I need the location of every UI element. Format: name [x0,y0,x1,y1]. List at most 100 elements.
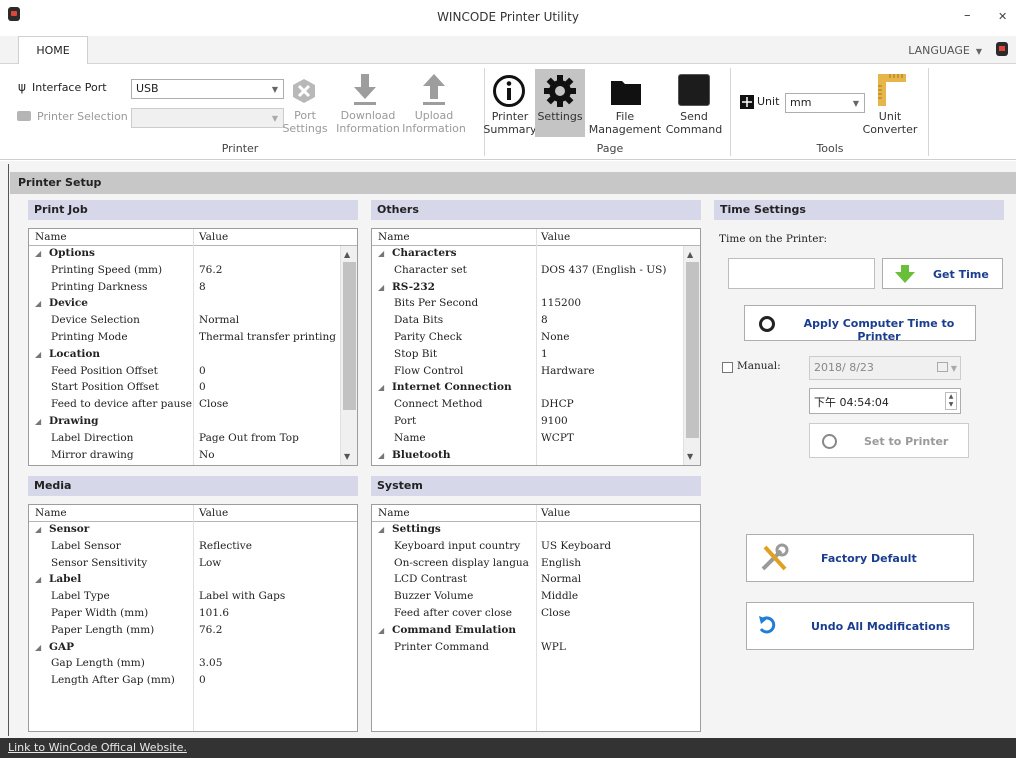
close-button[interactable]: ✕ [998,10,1007,23]
unit-select[interactable]: mm ▼ [785,93,865,113]
property-value[interactable]: WPL [541,641,566,653]
property-value[interactable]: WCPT [541,432,574,444]
media-grid[interactable]: Name Value ◢ Sensor Label Sensor Reflective S… [28,504,358,732]
property-value[interactable]: 0 [199,365,206,377]
property-value[interactable]: 0 [199,674,206,686]
factory-default-button[interactable]: Factory Default [746,534,974,582]
property-value[interactable]: 3.05 [199,657,222,669]
property-value[interactable]: 8 [541,314,548,326]
collapse-triangle-icon[interactable]: ◢ [35,417,41,426]
property-row[interactable]: Stop Bit 1 [372,347,700,364]
property-value[interactable]: Middle [541,590,578,602]
collapse-triangle-icon[interactable]: ◢ [35,525,41,534]
property-value[interactable]: DOS 437 (English - US) [541,264,666,276]
system-grid[interactable]: Name Value ◢ Settings Keyboard input countr… [371,504,701,732]
property-row[interactable]: Label Type Label with Gaps [29,589,357,606]
property-value[interactable]: Normal [541,573,581,585]
scroll-down-icon[interactable]: ▼ [344,452,350,461]
language-flag-icon[interactable] [996,42,1008,56]
property-row[interactable]: Character set DOS 437 (English - US) [372,263,700,280]
collapse-triangle-icon[interactable]: ◢ [35,249,41,258]
property-row[interactable]: Paper Width (mm) 101.6 [29,606,357,623]
property-row[interactable]: Sensor Sensitivity Low [29,556,357,573]
set-to-printer-button[interactable]: Set to Printer [809,423,969,458]
property-row[interactable]: Port 9100 [372,414,700,431]
scroll-down-icon[interactable]: ▼ [687,452,693,461]
property-row[interactable]: Gap Length (mm) 3.05 [29,656,357,673]
property-row[interactable]: Paper Length (mm) 76.2 [29,623,357,640]
property-value[interactable]: English [541,557,581,569]
printer-selection-select[interactable]: ▼ [131,108,284,128]
time-picker[interactable]: 下午 04:54:04 ▲ ▼ [809,388,961,414]
get-time-button[interactable]: Get Time [882,258,1003,289]
property-row[interactable]: Data Bits 8 [372,313,700,330]
others-grid[interactable]: Name Value ◢ Characters Character set DOS 43… [371,228,701,466]
property-value[interactable]: Close [541,607,570,619]
date-picker[interactable]: 2018/ 8/23 ▼ [809,356,961,380]
print-job-grid[interactable]: Name Value ◢ Options Printing Speed (mm) 76.… [28,228,358,466]
property-row[interactable]: Start Position Offset 0 [29,380,357,397]
property-value[interactable]: Low [199,557,221,569]
manual-checkbox[interactable] [722,362,733,373]
property-row[interactable]: LCD Contrast Normal [372,572,700,589]
property-row[interactable]: Printer Command WPL [372,640,700,657]
collapse-triangle-icon[interactable]: ◢ [35,643,41,652]
category-row[interactable]: ◢ Command Emulation [372,623,700,640]
property-row[interactable]: Device Selection Normal [29,313,357,330]
category-row[interactable]: ◢ Location [29,347,357,364]
collapse-triangle-icon[interactable]: ◢ [35,299,41,308]
property-row[interactable]: Printing Speed (mm) 76.2 [29,263,357,280]
property-value[interactable]: 76.2 [199,624,222,636]
minimize-button[interactable]: – [964,8,971,23]
property-value[interactable]: US Keyboard [541,540,611,552]
collapse-triangle-icon[interactable]: ◢ [378,451,384,460]
property-value[interactable]: Page Out from Top [199,432,299,444]
property-value[interactable]: 101.6 [199,607,229,619]
property-value[interactable]: 115200 [541,297,581,309]
undo-all-button[interactable]: Undo All Modifications [746,602,974,650]
property-value[interactable]: Normal [199,314,239,326]
property-value[interactable]: 76.2 [199,264,222,276]
category-row[interactable]: ◢ Label [29,572,357,589]
collapse-triangle-icon[interactable]: ◢ [378,383,384,392]
collapse-triangle-icon[interactable]: ◢ [378,283,384,292]
property-row[interactable]: Printing Darkness 8 [29,280,357,297]
website-link[interactable]: Link to WinCode Offical Website. [8,741,187,754]
property-row[interactable]: Buzzer Volume Middle [372,589,700,606]
send-command-button[interactable]: Send Command [664,110,724,136]
property-value[interactable]: None [541,331,570,343]
language-menu[interactable]: LANGUAGE ▼ [908,44,982,57]
printer-summary-button[interactable]: Printer Summary [482,110,538,136]
category-row[interactable]: ◢ Options [29,246,357,263]
property-row[interactable]: Feed to device after pause Close [29,397,357,414]
category-row[interactable]: ◢ Characters [372,246,700,263]
property-value[interactable]: 8 [199,281,206,293]
category-row[interactable]: ◢ Drawing [29,414,357,431]
property-value[interactable]: Label with Gaps [199,590,285,602]
property-row[interactable]: Label Sensor Reflective [29,539,357,556]
property-row[interactable]: On-screen display langua English [372,556,700,573]
vertical-scrollbar[interactable]: ▲ ▼ [340,246,357,465]
property-row[interactable]: Label Direction Page Out from Top [29,431,357,448]
interface-port-select[interactable]: USB ▼ [131,79,284,99]
property-row[interactable]: Name WCPT [372,431,700,448]
property-row[interactable]: Flow Control Hardware [372,364,700,381]
property-value[interactable]: 9100 [541,415,568,427]
spin-updown-icon[interactable]: ▲ ▼ [945,392,957,410]
category-row[interactable]: ◢ GAP [29,640,357,657]
scrollbar-thumb[interactable] [343,262,356,410]
collapse-triangle-icon[interactable]: ◢ [378,525,384,534]
property-value[interactable]: Close [199,398,228,410]
property-value[interactable]: Thermal transfer printing [199,331,336,343]
property-row[interactable]: Connect Method DHCP [372,397,700,414]
property-value[interactable]: Reflective [199,540,252,552]
property-value[interactable]: DHCP [541,398,574,410]
category-row[interactable]: ◢ Internet Connection [372,380,700,397]
file-management-button[interactable]: File Management [585,110,665,136]
property-row[interactable]: Feed after cover close Close [372,606,700,623]
category-row[interactable]: ◢ RS-232 [372,280,700,297]
property-value[interactable]: 1 [541,348,548,360]
property-row[interactable]: Length After Gap (mm) 0 [29,673,357,690]
property-value[interactable]: 0 [199,381,206,393]
scroll-up-icon[interactable]: ▲ [687,250,693,259]
